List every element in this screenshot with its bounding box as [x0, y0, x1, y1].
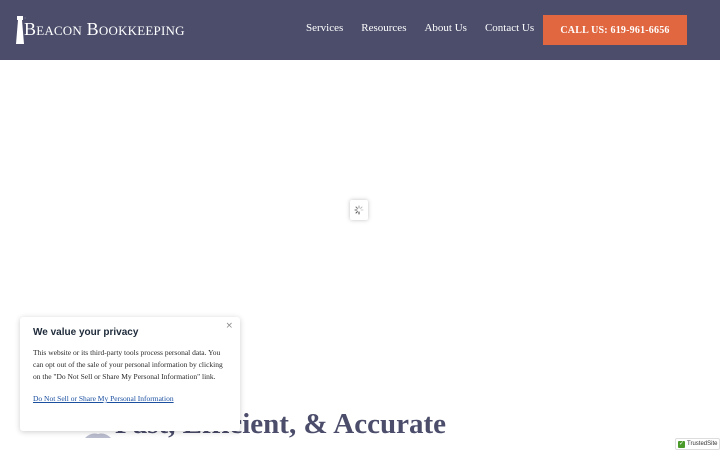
nav-resources[interactable]: Resources — [361, 22, 406, 34]
do-not-sell-link[interactable]: Do Not Sell or Share My Personal Informa… — [33, 394, 227, 403]
privacy-banner-title: We value your privacy — [33, 327, 139, 338]
main-nav: Services Resources About Us Contact Us — [306, 22, 552, 34]
site-header: Beacon Bookkeeping Services Resources Ab… — [0, 0, 720, 60]
privacy-banner: × We value your privacy This website or … — [20, 317, 240, 431]
close-icon[interactable]: × — [225, 321, 233, 331]
privacy-banner-text: This website or its third-party tools pr… — [33, 348, 223, 381]
nav-about-us[interactable]: About Us — [424, 22, 466, 34]
spinner-icon — [354, 205, 364, 215]
logo-text: Beacon Bookkeeping — [24, 19, 185, 39]
call-us-button[interactable]: CALL US: 619-961-6656 — [543, 15, 687, 45]
trustedsite-badge[interactable]: ✓ TrustedSite — [675, 438, 720, 450]
checkmark-icon: ✓ — [678, 440, 685, 448]
nav-services[interactable]: Services — [306, 22, 343, 34]
nav-contact-us[interactable]: Contact Us — [485, 22, 534, 34]
trustedsite-label: TrustedSite — [687, 441, 718, 447]
loading-spinner-icon — [350, 200, 368, 220]
lighthouse-decoration-icon — [85, 433, 111, 438]
